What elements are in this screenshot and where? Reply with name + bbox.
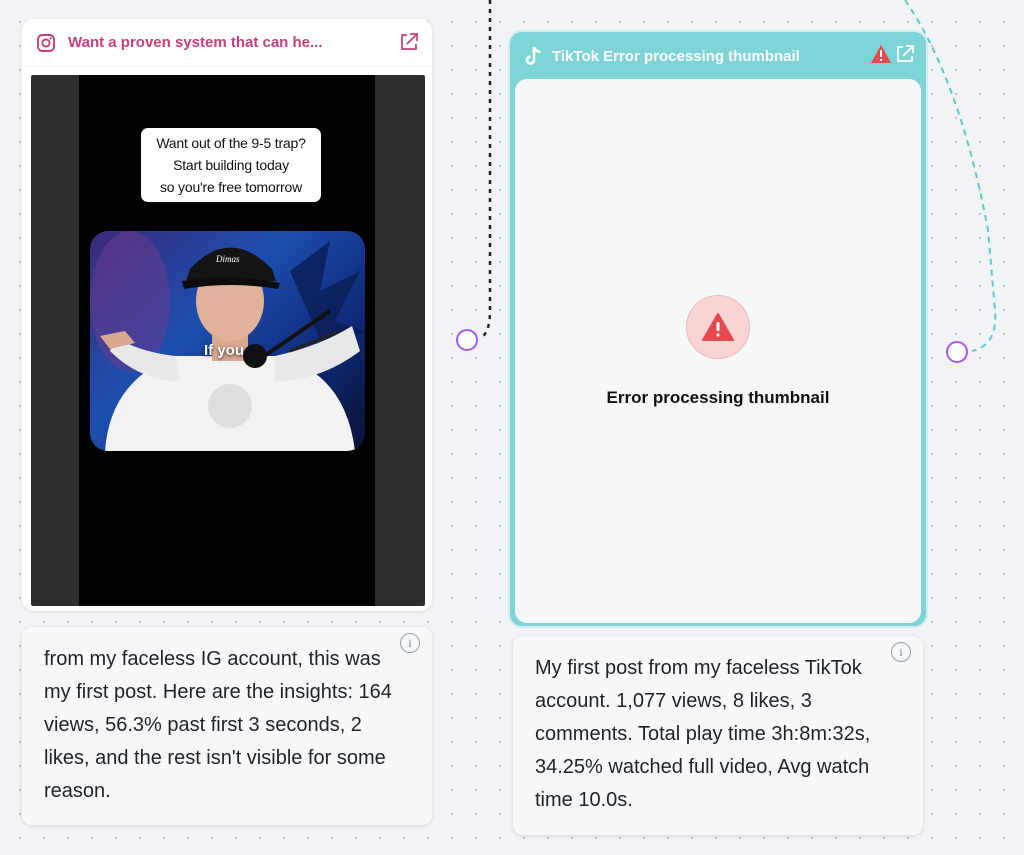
warning-icon <box>870 44 892 64</box>
instagram-post-card[interactable]: Want a proven system that can he... Want… <box>22 19 432 611</box>
error-badge <box>686 295 750 359</box>
tiktok-card-title: TikTok Error processing thumbnail <box>552 47 800 65</box>
cap-logo-text: Dimas <box>215 254 240 264</box>
connection-handle-left[interactable] <box>456 329 478 351</box>
video-overlay-text: If you <box>204 342 244 359</box>
external-link-icon[interactable] <box>398 31 420 53</box>
tiktok-icon <box>524 45 544 67</box>
instagram-note-text: from my faceless IG account, this was my… <box>44 648 392 802</box>
info-icon[interactable]: i <box>400 633 420 653</box>
video-person-frame: Dimas If you <box>90 231 365 451</box>
video-caption: Want out of the 9-5 trap? Start building… <box>141 128 321 202</box>
warning-icon <box>702 313 734 341</box>
connection-handle-right[interactable] <box>946 341 968 363</box>
person-illustration: Dimas <box>90 231 365 451</box>
tiktok-card-header: TikTok Error processing thumbnail <box>510 32 926 80</box>
tiktok-note-text: My first post from my faceless TikTok ac… <box>535 657 871 811</box>
video-caption-line: so you're free tomorrow <box>159 179 303 195</box>
instagram-icon <box>36 33 56 53</box>
error-message: Error processing thumbnail <box>606 388 830 407</box>
video-frame-black: Want out of the 9-5 trap? Start building… <box>79 75 375 606</box>
video-caption-line: Start building today <box>173 157 289 173</box>
edge-dark-dotted <box>479 0 492 340</box>
info-icon[interactable]: i <box>891 642 911 662</box>
instagram-video-thumbnail[interactable]: Want out of the 9-5 trap? Start building… <box>31 75 425 606</box>
video-caption-line: Want out of the 9-5 trap? <box>156 135 306 151</box>
instagram-note[interactable]: i from my faceless IG account, this was … <box>22 627 432 825</box>
external-link-icon[interactable] <box>894 43 916 65</box>
tiktok-post-card[interactable]: TikTok Error processing thumbnail Error … <box>508 30 928 628</box>
instagram-card-header: Want a proven system that can he... <box>22 19 432 67</box>
instagram-card-title: Want a proven system that can he... <box>68 34 323 51</box>
tiktok-note[interactable]: i My first post from my faceless TikTok … <box>513 636 923 835</box>
tiktok-thumbnail-area: Error processing thumbnail <box>515 79 921 623</box>
